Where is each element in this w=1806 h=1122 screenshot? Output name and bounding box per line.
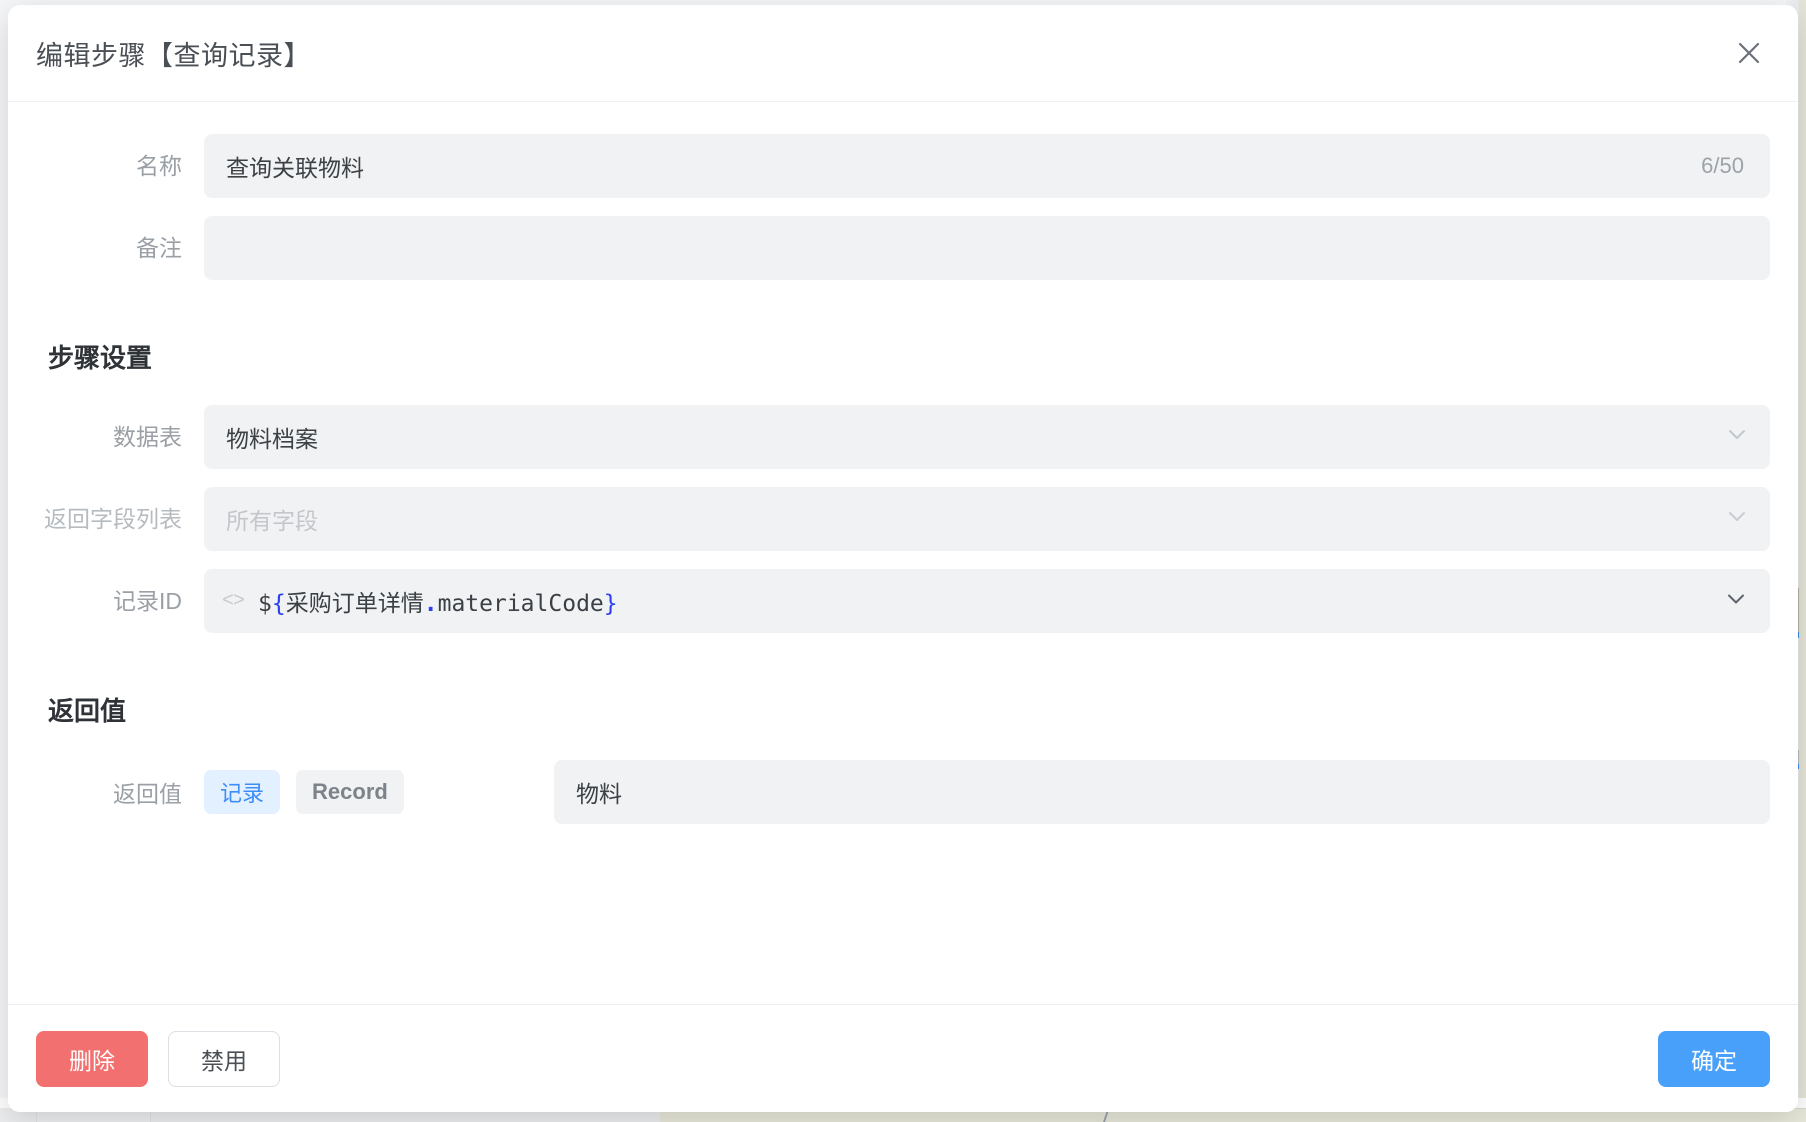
dialog-footer: 删除 禁用 确定 [8, 1004, 1798, 1112]
return-value-name-input[interactable]: 物料 [554, 760, 1770, 824]
name-control: 查询关联物料 6/50 [204, 134, 1770, 198]
record-id-expression: ${采购订单详情.materialCode} [258, 584, 618, 618]
remark-control [204, 216, 1770, 280]
form-row-return-value: 返回值 记录 Record 物料 [36, 760, 1770, 824]
return-value-section: 返回值 返回值 记录 Record 物料 [36, 691, 1770, 824]
expr-dot: . [424, 591, 438, 617]
data-table-label: 数据表 [36, 405, 204, 469]
data-table-control: 物料档案 [204, 405, 1770, 469]
expr-property: materialCode [438, 591, 604, 617]
chevron-down-icon [1726, 423, 1748, 451]
form-row-return-fields: 返回字段列表 所有字段 [36, 487, 1770, 551]
record-id-label: 记录ID [36, 569, 204, 633]
expr-brace-close: } [604, 591, 618, 617]
record-id-control: <> ${采购订单详情.materialCode} [204, 569, 1770, 633]
edit-step-dialog: 编辑步骤【查询记录】 名称 查询关联物料 6/50 备注 [8, 5, 1798, 1112]
return-fields-label: 返回字段列表 [36, 487, 204, 551]
name-input-value: 查询关联物料 [226, 149, 364, 183]
data-table-value: 物料档案 [226, 420, 318, 454]
return-value-label: 返回值 [36, 775, 204, 809]
step-settings-title: 步骤设置 [48, 338, 1770, 375]
return-fields-placeholder: 所有字段 [226, 502, 318, 536]
form-row-name: 名称 查询关联物料 6/50 [36, 134, 1770, 198]
record-id-input[interactable]: <> ${采购订单详情.materialCode} [204, 569, 1770, 633]
form-row-data-table: 数据表 物料档案 [36, 405, 1770, 469]
close-icon[interactable] [1726, 30, 1772, 76]
dialog-body: 名称 查询关联物料 6/50 备注 步骤设置 数据表 [8, 102, 1798, 1004]
name-input[interactable]: 查询关联物料 6/50 [204, 134, 1770, 198]
disable-button[interactable]: 禁用 [168, 1031, 280, 1087]
data-table-select[interactable]: 物料档案 [204, 405, 1770, 469]
step-settings-section: 步骤设置 数据表 物料档案 返回字段列表 所 [36, 338, 1770, 633]
code-brackets-icon: <> [222, 590, 244, 613]
name-char-counter: 6/50 [1701, 153, 1748, 179]
return-type-chip-record-en[interactable]: Record [296, 770, 404, 814]
remark-label: 备注 [36, 216, 204, 280]
form-row-record-id: 记录ID <> ${采购订单详情.materialCode} [36, 569, 1770, 633]
close-glyph [1734, 38, 1764, 68]
return-type-chip-record-cn[interactable]: 记录 [204, 770, 280, 814]
confirm-button[interactable]: 确定 [1658, 1031, 1770, 1087]
return-value-name-text: 物料 [576, 775, 622, 809]
return-fields-control: 所有字段 [204, 487, 1770, 551]
return-fields-select[interactable]: 所有字段 [204, 487, 1770, 551]
remark-input[interactable] [204, 216, 1770, 280]
expr-object: 采购订单详情 [286, 591, 424, 617]
delete-button[interactable]: 删除 [36, 1031, 148, 1087]
name-label: 名称 [36, 134, 204, 198]
background-right-edge [1799, 0, 1806, 1122]
chevron-down-icon[interactable] [1724, 587, 1748, 616]
return-value-type-chips: 记录 Record [204, 770, 554, 814]
chevron-down-icon [1726, 505, 1748, 533]
form-row-remark: 备注 [36, 216, 1770, 280]
dialog-title: 编辑步骤【查询记录】 [36, 34, 311, 73]
expr-dollar: $ [258, 591, 272, 617]
return-value-title: 返回值 [48, 691, 1770, 728]
expr-brace-open: { [272, 591, 286, 617]
dialog-header: 编辑步骤【查询记录】 [8, 5, 1798, 102]
